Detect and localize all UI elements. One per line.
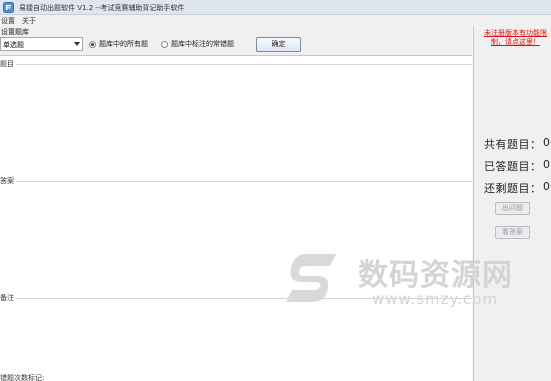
window-title: 易捷自动出题软件 V1.2 --考试竞赛辅助背记助手软件 — [19, 4, 185, 12]
radio-marked-label: 题库中标注的常错题 — [171, 40, 234, 48]
register-link[interactable]: 未注册版本有功能限制，请点这里！ — [480, 29, 551, 47]
setup-group-label: 设置题库 — [1, 28, 29, 36]
app-icon — [3, 2, 14, 13]
menu-about[interactable]: 关于 — [22, 16, 36, 26]
title-bar: 易捷自动出题软件 V1.2 --考试竞赛辅助背记助手软件 — [0, 0, 551, 15]
total-questions-value: 0 — [543, 136, 550, 149]
stats-panel: 未注册版本有功能限制，请点这里！ 共有题目： 0 已答题目： 0 还剩题目： 0… — [474, 26, 551, 381]
radio-marked-questions[interactable]: 题库中标注的常错题 — [161, 39, 234, 49]
answer-divider — [0, 181, 472, 182]
radio-selected-icon — [89, 40, 96, 48]
show-answer-button[interactable]: 看答案 — [495, 226, 530, 239]
note-divider — [0, 298, 472, 299]
total-questions-label: 共有题目： — [484, 138, 542, 151]
remaining-questions-value: 0 — [543, 180, 550, 193]
question-text-area[interactable] — [0, 66, 472, 178]
content-area: 题目 答案 备注 错题次数标记: — [0, 55, 472, 381]
answer-text-area[interactable] — [0, 184, 472, 294]
answered-questions-label: 已答题目： — [484, 160, 542, 173]
radio-all-questions[interactable]: 题库中的所有题 — [89, 39, 148, 49]
answered-questions-value: 0 — [543, 158, 550, 171]
chevron-down-icon — [74, 42, 80, 46]
note-text-area[interactable] — [0, 301, 472, 371]
menu-bar: 设置 关于 — [0, 15, 551, 26]
question-type-value: 单选题 — [3, 41, 24, 49]
radio-all-label: 题库中的所有题 — [99, 40, 148, 48]
next-question-button[interactable]: 出问题 — [495, 202, 530, 215]
menu-settings[interactable]: 设置 — [1, 16, 15, 26]
remaining-questions-label: 还剩题目： — [484, 182, 542, 195]
confirm-button[interactable]: 确定 — [256, 37, 301, 52]
question-divider — [0, 64, 472, 65]
question-type-select[interactable]: 单选题 — [0, 37, 83, 51]
wrong-count-label: 错题次数标记: — [0, 374, 45, 381]
radio-unselected-icon — [161, 40, 168, 48]
